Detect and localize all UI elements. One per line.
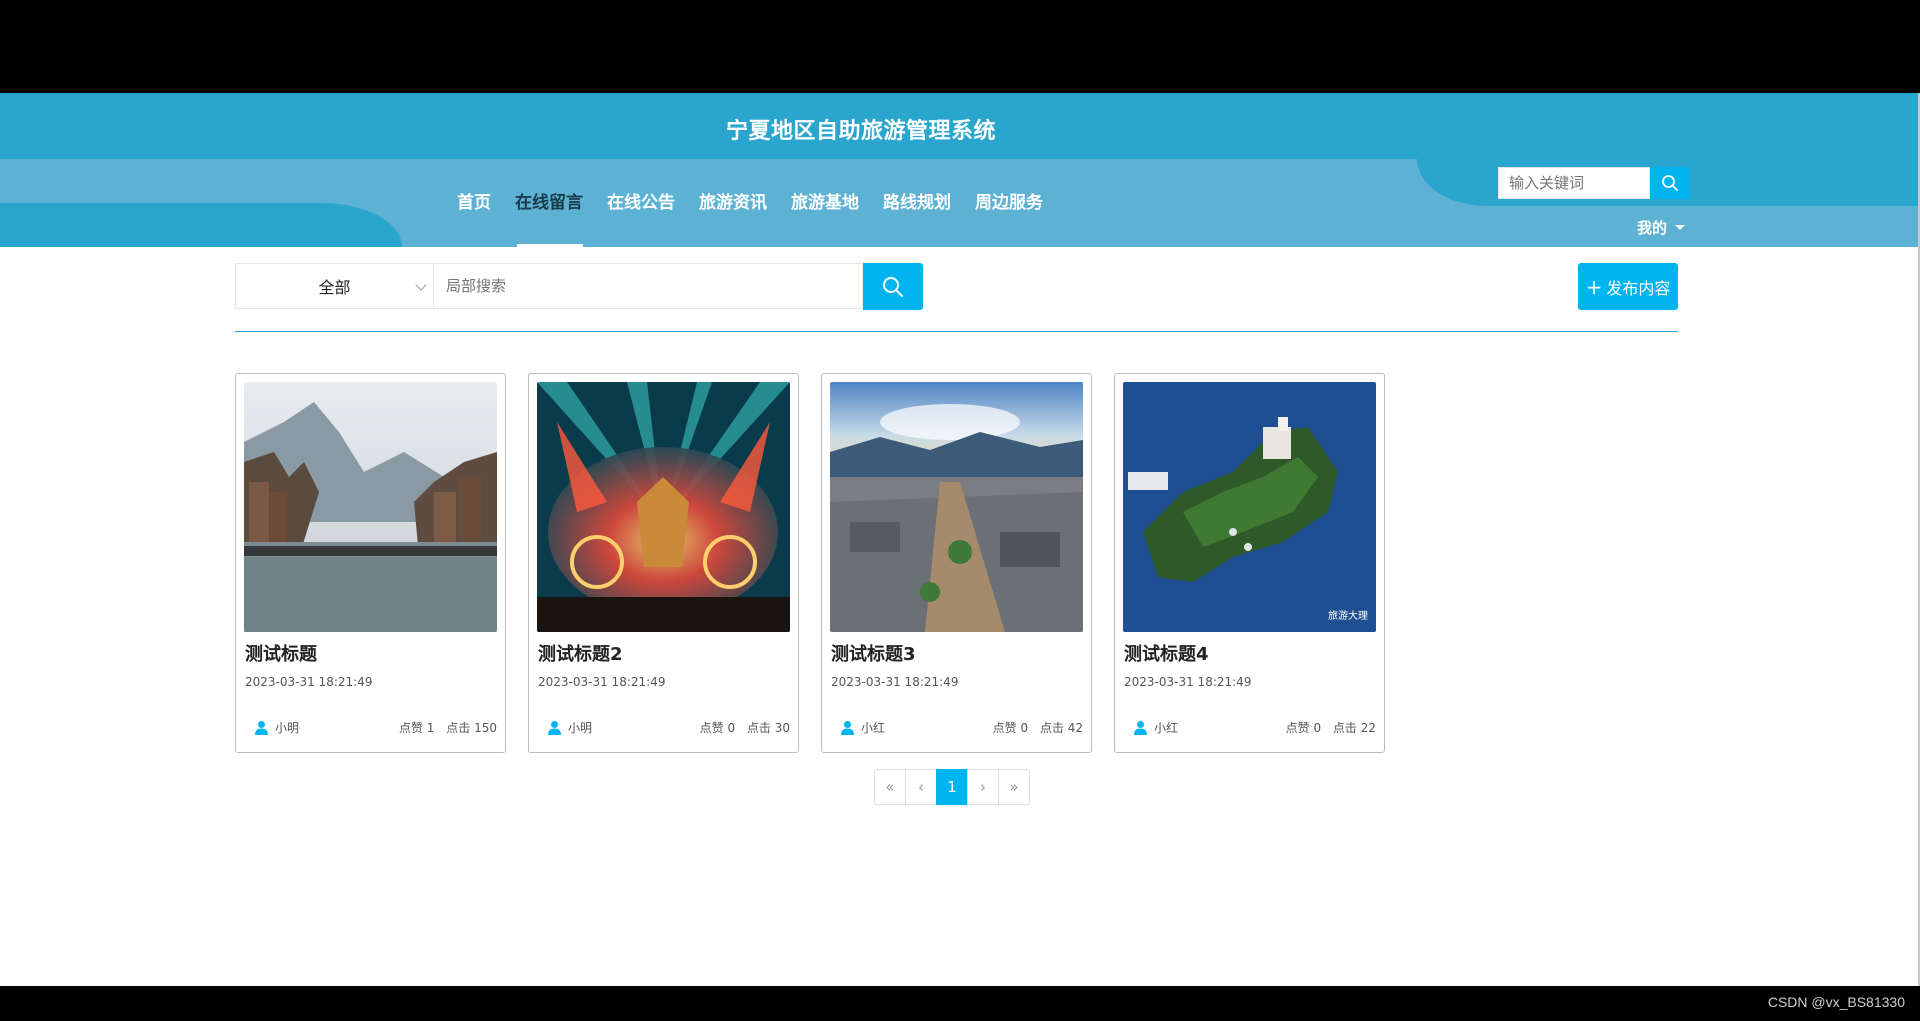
- post-title[interactable]: 测试标题4: [1124, 640, 1376, 665]
- post-author-name: 小红: [861, 721, 886, 735]
- pagination-first[interactable]: «: [874, 769, 906, 805]
- island-aerial-photo: [1123, 382, 1376, 632]
- post-author: 小明: [244, 719, 299, 736]
- music-festival-stage-photo: [537, 382, 790, 632]
- content-toolbar: 全部 + 发布内容: [235, 263, 1678, 311]
- post-stats: 点赞 0 点击 42: [985, 719, 1083, 736]
- site-header: 宁夏地区自助旅游管理系统: [0, 93, 1920, 159]
- pagination-page-current[interactable]: 1: [936, 769, 968, 805]
- user-icon: [548, 721, 561, 735]
- old-town-aerial-photo: [830, 382, 1083, 632]
- image-watermark: 旅游大理: [1328, 611, 1368, 622]
- post-clicks: 点击 30: [746, 721, 790, 735]
- post-meta: 小红 点赞 0 点击 22: [1123, 719, 1376, 736]
- post-author-name: 小明: [568, 721, 593, 735]
- user-icon: [255, 721, 268, 735]
- post-author: 小明: [537, 719, 592, 736]
- search-icon: [1662, 175, 1678, 191]
- pagination: « ‹ 1 › »: [874, 769, 1030, 805]
- header-search-input[interactable]: [1498, 167, 1650, 199]
- user-icon: [1134, 721, 1147, 735]
- post-card[interactable]: 测试标题2 2023-03-31 18:21:49 小明 点赞 0 点击 30: [528, 373, 799, 753]
- post-title[interactable]: 测试标题3: [831, 640, 1083, 665]
- plus-icon: +: [1585, 274, 1603, 299]
- post-clicks: 点击 22: [1332, 721, 1376, 735]
- post-date: 2023-03-31 18:21:49: [538, 675, 666, 689]
- post-stats: 点赞 0 点击 30: [692, 719, 790, 736]
- post-thumbnail[interactable]: [830, 382, 1083, 632]
- post-card[interactable]: 测试标题3 2023-03-31 18:21:49 小红 点赞 0 点击 42: [821, 373, 1092, 753]
- main-nav: 首页 在线留言 在线公告 旅游资讯 旅游基地 路线规划 周边服务: [445, 181, 1055, 247]
- pagination-last[interactable]: »: [998, 769, 1030, 805]
- user-menu-label: 我的: [1637, 219, 1668, 237]
- nav-item-travel-news[interactable]: 旅游资讯: [687, 181, 779, 247]
- browser-viewport: 宁夏地区自助旅游管理系统 首页 在线留言 在线公告 旅游资讯 旅游基地 路线规划…: [0, 93, 1920, 986]
- local-search-button[interactable]: [863, 263, 923, 310]
- header-search-button[interactable]: [1650, 167, 1690, 199]
- post-meta: 小明 点赞 0 点击 30: [537, 719, 790, 736]
- post-date: 2023-03-31 18:21:49: [1124, 675, 1252, 689]
- header-search: [1498, 167, 1690, 199]
- post-meta: 小明 点赞 1 点击 150: [244, 719, 497, 736]
- nav-item-nearby-services[interactable]: 周边服务: [963, 181, 1055, 247]
- post-author: 小红: [1123, 719, 1178, 736]
- post-title[interactable]: 测试标题2: [538, 640, 790, 665]
- post-clicks: 点击 150: [446, 721, 497, 735]
- nav-decoration-left: [0, 203, 402, 247]
- publish-button-label: 发布内容: [1606, 278, 1671, 298]
- post-clicks: 点击 42: [1039, 721, 1083, 735]
- category-select[interactable]: 全部: [235, 263, 434, 309]
- category-select-value: 全部: [318, 278, 351, 297]
- chevron-down-icon: [415, 279, 427, 291]
- user-icon: [841, 721, 854, 735]
- post-list: 测试标题 2023-03-31 18:21:49 小明 点赞 1 点击 150: [235, 373, 1385, 753]
- nav-item-home[interactable]: 首页: [445, 181, 503, 247]
- post-card[interactable]: 测试标题 2023-03-31 18:21:49 小明 点赞 1 点击 150: [235, 373, 506, 753]
- csdn-watermark: CSDN @vx_BS81330: [1767, 994, 1905, 1010]
- post-thumbnail[interactable]: [537, 382, 790, 632]
- post-likes: 点赞 0: [992, 721, 1029, 735]
- nav-item-route-planning[interactable]: 路线规划: [871, 181, 963, 247]
- search-icon: [883, 276, 903, 297]
- post-likes: 点赞 1: [398, 721, 435, 735]
- publish-button[interactable]: + 发布内容: [1578, 263, 1678, 310]
- post-stats: 点赞 0 点击 22: [1278, 719, 1376, 736]
- post-thumbnail[interactable]: 旅游大理: [1123, 382, 1376, 632]
- post-likes: 点赞 0: [699, 721, 736, 735]
- local-search-input[interactable]: [434, 263, 863, 309]
- pagination-next[interactable]: ›: [967, 769, 999, 805]
- post-date: 2023-03-31 18:21:49: [245, 675, 373, 689]
- nav-item-messages[interactable]: 在线留言: [503, 181, 595, 247]
- section-divider: [235, 331, 1678, 332]
- pagination-prev[interactable]: ‹: [905, 769, 937, 805]
- nav-item-travel-bases[interactable]: 旅游基地: [779, 181, 871, 247]
- nav-item-announcements[interactable]: 在线公告: [595, 181, 687, 247]
- user-menu[interactable]: 我的: [1637, 217, 1686, 238]
- post-likes: 点赞 0: [1285, 721, 1322, 735]
- post-author-name: 小明: [275, 721, 300, 735]
- caret-down-icon: [1675, 225, 1686, 230]
- site-title: 宁夏地区自助旅游管理系统: [725, 119, 996, 144]
- post-stats: 点赞 1 点击 150: [391, 719, 497, 736]
- post-author-name: 小红: [1154, 721, 1179, 735]
- post-author: 小红: [830, 719, 885, 736]
- post-date: 2023-03-31 18:21:49: [831, 675, 959, 689]
- post-card[interactable]: 旅游大理 测试标题4 2023-03-31 18:21:49 小红 点赞 0 点…: [1114, 373, 1385, 753]
- post-meta: 小红 点赞 0 点击 42: [830, 719, 1083, 736]
- river-town-photo: [244, 382, 497, 632]
- post-title[interactable]: 测试标题: [245, 640, 497, 665]
- post-thumbnail[interactable]: [244, 382, 497, 632]
